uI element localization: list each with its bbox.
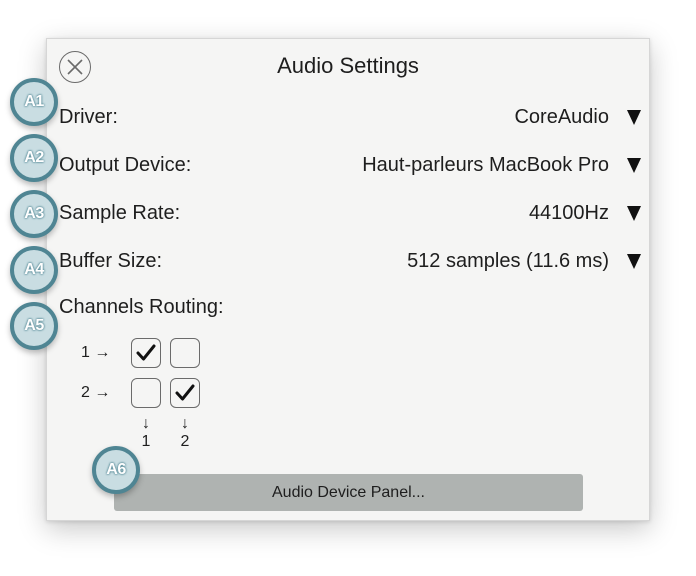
annotation-badge-a6: A6	[92, 446, 140, 494]
output-device-value: Haut-parleurs MacBook Pro	[362, 153, 609, 176]
input-channel-1-label: 1 →	[81, 344, 111, 361]
output-device-label: Output Device:	[59, 153, 192, 176]
routing-checkbox-in2-out2[interactable]	[170, 378, 200, 408]
output-channel-1-label: 1	[141, 433, 151, 450]
down-arrow-icon: ↓	[181, 415, 189, 432]
dropdown-arrow-icon	[627, 253, 641, 269]
output-channel-1: ↓ 1	[131, 415, 161, 451]
sample-rate-value: 44100Hz	[528, 201, 609, 224]
dropdown-arrow-icon	[627, 109, 641, 125]
down-arrow-icon: ↓	[142, 415, 150, 432]
annotation-badge-a3: A3	[10, 190, 58, 238]
routing-checkbox-in2-out1[interactable]	[131, 378, 161, 408]
routing-checkbox-in1-out2[interactable]	[170, 338, 200, 368]
audio-device-panel-button[interactable]: Audio Device Panel...	[114, 474, 583, 511]
sample-rate-label: Sample Rate:	[59, 201, 181, 224]
driver-dropdown[interactable]: CoreAudio	[514, 106, 641, 129]
checkmark-icon	[175, 384, 195, 401]
annotation-badge-a5: A5	[10, 302, 58, 350]
sample-rate-dropdown[interactable]: 44100Hz	[529, 202, 641, 225]
dialog-title: Audio Settings	[277, 53, 419, 78]
dropdown-arrow-icon	[627, 157, 641, 173]
channels-routing-label: Channels Routing:	[59, 296, 224, 318]
driver-label: Driver:	[59, 105, 118, 128]
annotation-badge-a1: A1	[10, 78, 58, 126]
output-device-dropdown[interactable]: Haut-parleurs MacBook Pro	[362, 154, 641, 177]
driver-row: Driver: CoreAudio	[59, 102, 641, 132]
buffer-size-row: Buffer Size: 512 samples (11.6 ms)	[59, 246, 641, 276]
output-channel-2: ↓ 2	[170, 415, 200, 451]
buffer-size-value: 512 samples (11.6 ms)	[407, 249, 609, 272]
annotation-badge-a4: A4	[10, 246, 58, 294]
sample-rate-row: Sample Rate: 44100Hz	[59, 198, 641, 228]
output-channel-2-label: 2	[180, 433, 190, 450]
output-device-row: Output Device: Haut-parleurs MacBook Pro	[59, 150, 641, 180]
dropdown-arrow-icon	[627, 205, 641, 221]
audio-settings-dialog: Audio Settings Driver: CoreAudio Output …	[46, 38, 650, 521]
input-channel-2-label: 2 →	[81, 384, 111, 401]
checkmark-icon	[136, 344, 156, 361]
buffer-size-dropdown[interactable]: 512 samples (11.6 ms)	[407, 250, 641, 273]
stage: Audio Settings Driver: CoreAudio Output …	[0, 0, 696, 576]
annotation-badge-a2: A2	[10, 134, 58, 182]
driver-value: CoreAudio	[514, 105, 609, 128]
buffer-size-label: Buffer Size:	[59, 249, 163, 272]
routing-checkbox-in1-out1[interactable]	[131, 338, 161, 368]
